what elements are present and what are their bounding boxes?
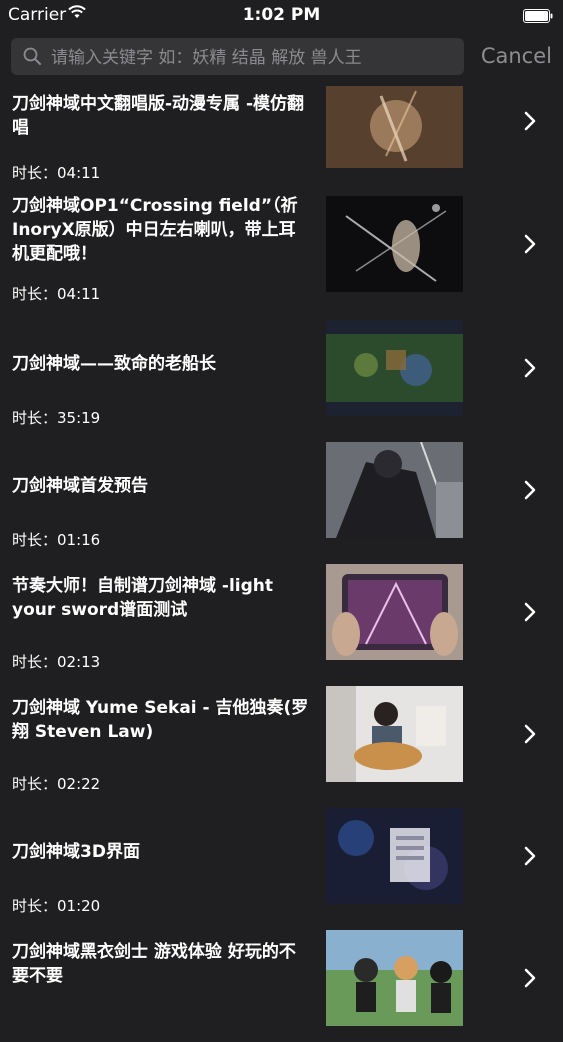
chevron-right-icon xyxy=(523,233,537,259)
video-thumbnail xyxy=(326,686,463,782)
video-title: 刀剑神域首发预告 xyxy=(12,476,148,496)
video-title: 刀剑神域中文翻唱版-动漫专属 -模仿翻唱 xyxy=(12,94,305,138)
cancel-button[interactable]: Cancel xyxy=(481,44,552,68)
video-list: 刀剑神域中文翻唱版-动漫专属 -模仿翻唱 时长：04:11 刀剑神域OP1“Cr… xyxy=(0,86,563,1042)
video-title: 节奏大师！自制谱刀剑神域 -light your sword谱面测试 xyxy=(12,576,274,620)
chevron-right-icon xyxy=(523,601,537,627)
status-bar: Carrier 1:02 PM xyxy=(0,0,563,30)
video-thumbnail xyxy=(326,196,463,292)
video-thumbnail xyxy=(326,442,463,538)
video-title: 刀剑神域OP1“Crossing field”（祈InoryX原版）中日左右喇叭… xyxy=(12,196,298,264)
video-title: 刀剑神域 Yume Sekai - 吉他独奏(罗翔 Steven Law) xyxy=(12,698,309,742)
search-field[interactable] xyxy=(11,38,464,77)
video-thumbnail xyxy=(326,930,463,1026)
video-thumbnail xyxy=(326,86,463,168)
video-row[interactable]: 刀剑神域中文翻唱版-动漫专属 -模仿翻唱 时长：04:11 xyxy=(0,86,563,188)
video-thumbnail xyxy=(326,320,463,416)
chevron-right-icon xyxy=(523,845,537,871)
video-row[interactable]: 刀剑神域3D界面 时长：01:20 xyxy=(0,798,563,920)
chevron-right-icon xyxy=(523,479,537,505)
video-title: 刀剑神域3D界面 xyxy=(12,842,140,862)
video-title: 刀剑神域黑衣剑士 游戏体验 好玩的不要不要 xyxy=(12,942,296,986)
video-thumbnail xyxy=(326,564,463,660)
status-time: 1:02 PM xyxy=(242,5,321,25)
chevron-right-icon xyxy=(523,723,537,749)
video-duration: 时长：04:11 xyxy=(12,164,101,182)
video-thumbnail xyxy=(326,808,463,904)
video-row[interactable]: 刀剑神域 Yume Sekai - 吉他独奏(罗翔 Steven Law) 时长… xyxy=(0,676,563,798)
chevron-right-icon xyxy=(523,110,537,136)
video-duration: 时长：01:20 xyxy=(12,897,101,915)
search-bar: Cancel xyxy=(0,30,563,86)
chevron-right-icon xyxy=(523,967,537,993)
battery-icon xyxy=(523,8,554,28)
video-row[interactable]: 刀剑神域OP1“Crossing field”（祈InoryX原版）中日左右喇叭… xyxy=(0,188,563,310)
video-duration: 时长：02:13 xyxy=(12,653,101,671)
video-duration: 时长：35:19 xyxy=(12,409,101,427)
video-duration: 时长：01:16 xyxy=(12,531,101,549)
video-title: 刀剑神域——致命的老船长 xyxy=(12,354,216,374)
video-row[interactable]: 刀剑神域首发预告 时长：01:16 xyxy=(0,432,563,554)
video-row[interactable]: 节奏大师！自制谱刀剑神域 -light your sword谱面测试 时长：02… xyxy=(0,554,563,676)
video-duration: 时长：02:22 xyxy=(12,775,101,793)
chevron-right-icon xyxy=(523,357,537,383)
search-icon xyxy=(23,47,41,69)
search-input[interactable] xyxy=(49,38,458,77)
video-duration: 时长：04:11 xyxy=(12,285,101,303)
video-row[interactable]: 刀剑神域黑衣剑士 游戏体验 好玩的不要不要 xyxy=(0,920,563,1042)
video-row[interactable]: 刀剑神域——致命的老船长 时长：35:19 xyxy=(0,310,563,432)
